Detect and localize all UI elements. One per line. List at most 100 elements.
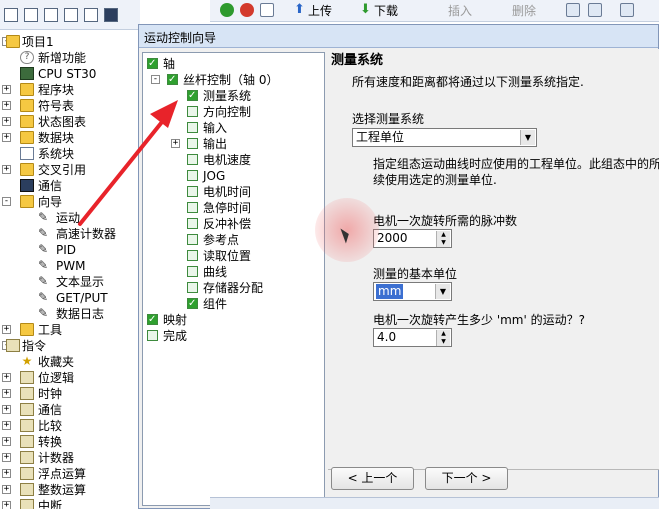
tree-item[interactable]: 系统块 [0,146,139,162]
wizard-step[interactable]: 急停时间 [143,200,323,216]
tree-item[interactable]: ✎ 文本显示 [0,274,139,290]
spin-up-icon[interactable]: ▲ [436,330,450,338]
collapse-icon[interactable]: - [2,197,11,206]
dialog-titlebar[interactable]: 运动控制向导 [139,25,658,48]
download-button[interactable]: 下载 [374,3,398,19]
spin-down-icon[interactable]: ▼ [436,239,450,247]
wizard-step[interactable]: + 输出 [143,136,323,152]
tree-item[interactable]: CPU ST30 [0,66,139,82]
expand-icon[interactable]: + [2,165,11,174]
document-view-icon[interactable] [64,8,78,22]
tree-item[interactable]: + 工具 [0,322,139,338]
instruction-icon [20,371,34,384]
monitor-view-icon[interactable] [104,8,118,22]
expand-icon[interactable]: + [2,405,11,414]
tree-item[interactable]: + 数据块 [0,130,139,146]
tree-item[interactable]: + 中断 [0,498,139,509]
spin-up-icon[interactable]: ▲ [436,231,450,239]
wizard-step[interactable]: 曲线 [143,264,323,280]
wizard-step[interactable]: 输入 [143,120,323,136]
tree-item[interactable]: + 位逻辑 [0,370,139,386]
expand-icon[interactable]: + [2,101,11,110]
unit-select[interactable]: mm ▼ [373,282,452,301]
tree-item[interactable]: ✎ 高速计数器 [0,226,139,242]
tree-view-icon[interactable] [4,8,18,22]
tree-item[interactable]: -项目1 [0,34,139,50]
travel-input[interactable]: 4.0 ▲ ▼ [373,328,452,347]
wizard-step[interactable]: 测量系统 [143,88,323,104]
run-icon[interactable] [220,3,234,17]
tree-item[interactable]: 通信 [0,178,139,194]
expand-icon[interactable]: + [2,325,11,334]
tree-item[interactable]: + 浮点运算 [0,466,139,482]
tree-item[interactable]: ✎ 数据日志 [0,306,139,322]
expand-icon[interactable]: + [2,453,11,462]
expand-icon[interactable]: + [2,437,11,446]
properties-view-icon[interactable] [84,8,98,22]
tree-item[interactable]: ✎ 运动 [0,210,139,226]
settings-icon[interactable] [588,3,602,17]
chevron-down-icon[interactable]: ▼ [520,130,535,145]
chevron-down-icon[interactable]: ▼ [435,284,450,299]
next-button[interactable]: 下一个 > [425,467,508,490]
tree-item[interactable]: + 计数器 [0,450,139,466]
wizard-step[interactable]: 参考点 [143,232,323,248]
expand-icon[interactable]: + [171,139,180,148]
tree-item[interactable]: - 向导 [0,194,139,210]
tree-item[interactable]: ✎ PWM [0,258,139,274]
tree-item[interactable]: + 符号表 [0,98,139,114]
wizard-step[interactable]: JOG [143,168,323,184]
delete-button[interactable]: 删除 [512,3,536,19]
wizard-step[interactable]: 完成 [143,328,323,344]
tree-item[interactable]: + 程序块 [0,82,139,98]
stop-icon[interactable] [240,3,254,17]
expand-icon[interactable]: + [2,373,11,382]
upload-button[interactable]: 上传 [308,3,332,19]
tree-item[interactable]: + 整数运算 [0,482,139,498]
tree-item[interactable]: + 通信 [0,402,139,418]
folder-icon [20,83,34,96]
tree-item[interactable]: + 比较 [0,418,139,434]
expand-icon[interactable]: + [2,133,11,142]
wizard-step[interactable]: 电机速度 [143,152,323,168]
tree-item-label: 工具 [38,323,63,337]
tree-item[interactable]: + 时钟 [0,386,139,402]
tree-item[interactable]: ✎ GET/PUT [0,290,139,306]
expand-icon[interactable]: + [2,501,11,509]
wizard-step[interactable]: 轴 [143,56,323,72]
network-icon[interactable] [566,3,580,17]
table-view-icon[interactable] [44,8,58,22]
expand-icon[interactable]: + [2,389,11,398]
tree-item[interactable]: ★ 收藏夹 [0,354,139,370]
insert-button[interactable]: 插入 [448,3,472,19]
tree-item[interactable]: ? 新增功能 [0,50,139,66]
expand-icon[interactable]: + [2,421,11,430]
compile-icon[interactable] [260,3,274,17]
tree-item-label: 高速计数器 [56,227,117,241]
tree-item[interactable]: + 状态图表 [0,114,139,130]
wizard-step[interactable]: 存储器分配 [143,280,323,296]
spin-down-icon[interactable]: ▼ [436,338,450,346]
expand-icon[interactable]: + [2,485,11,494]
tree-item[interactable]: + 转换 [0,434,139,450]
wizard-step[interactable]: 组件 [143,296,323,312]
wizard-step[interactable]: - 丝杆控制（轴 0） [143,72,323,88]
tree-item[interactable]: + 交叉引用 [0,162,139,178]
wizard-step[interactable]: 读取位置 [143,248,323,264]
measurement-system-select[interactable]: 工程单位 ▼ [352,128,537,147]
collapse-icon[interactable]: - [151,75,160,84]
wizard-step[interactable]: 反冲补偿 [143,216,323,232]
window-icon[interactable] [620,3,634,17]
expand-icon[interactable]: + [2,469,11,478]
grid-view-icon[interactable] [24,8,38,22]
tree-item[interactable]: -指令 [0,338,139,354]
expand-icon[interactable]: + [2,117,11,126]
wizard-step[interactable]: 电机时间 [143,184,323,200]
wizard-step[interactable]: 方向控制 [143,104,323,120]
prev-button[interactable]: < 上一个 [331,467,414,490]
tree-item[interactable]: ✎ PID [0,242,139,258]
wizard-icon: ✎ [37,226,49,240]
wizard-step[interactable]: 映射 [143,312,323,328]
pulses-input[interactable]: 2000 ▲ ▼ [373,229,452,248]
expand-icon[interactable]: + [2,85,11,94]
